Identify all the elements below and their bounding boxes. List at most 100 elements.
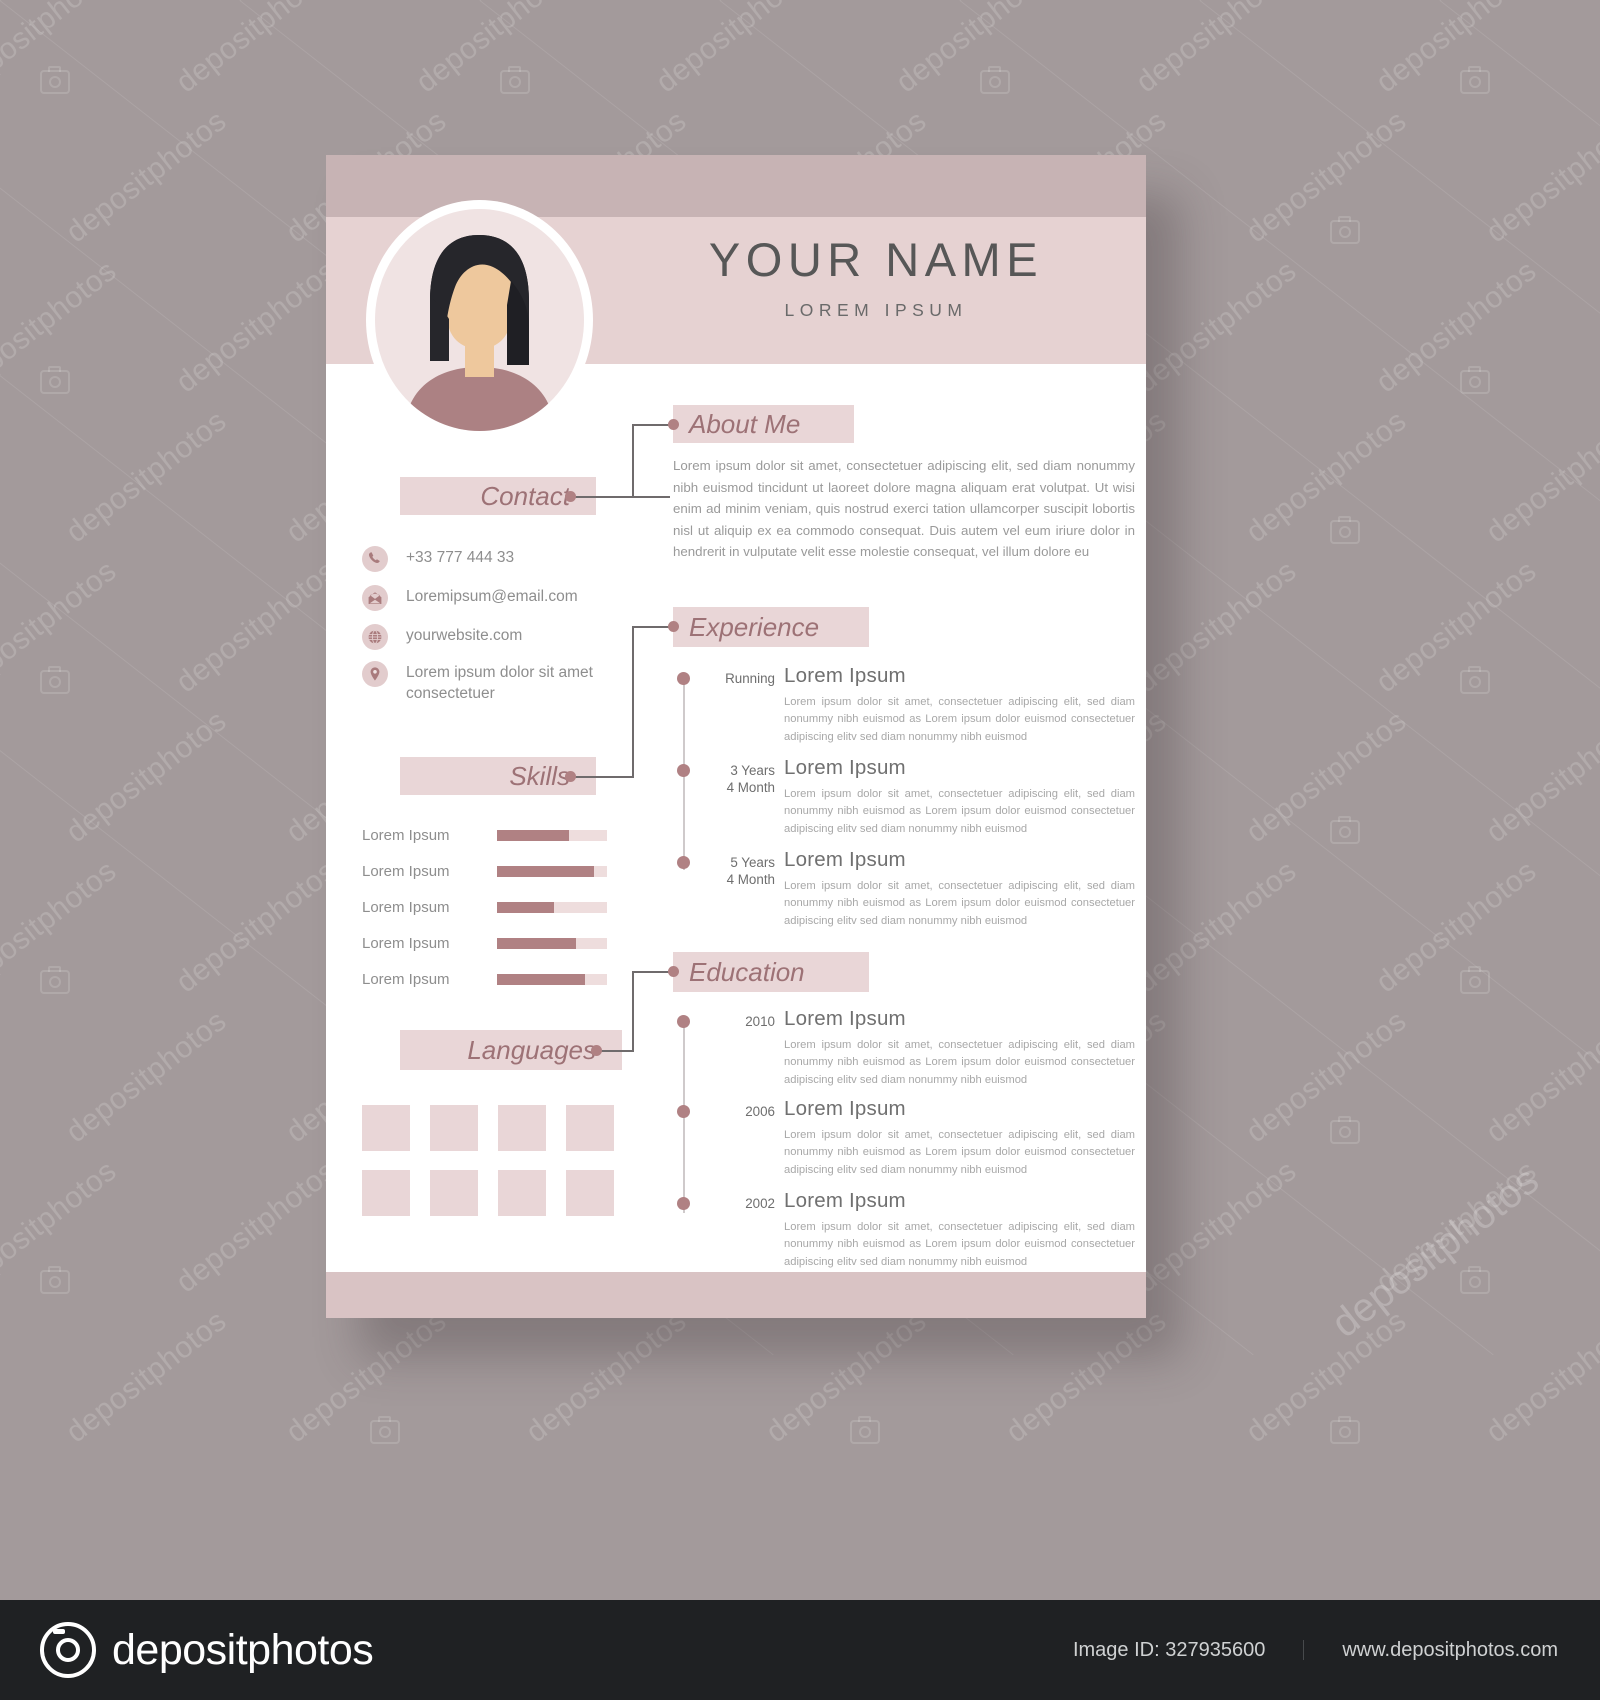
watermark-camera-icon bbox=[1460, 1266, 1490, 1294]
site-footer-bar: depositphotos Image ID: 327935600 www.de… bbox=[0, 1600, 1600, 1700]
section-heading-about: About Me bbox=[673, 405, 854, 443]
watermark-hairline bbox=[1440, 0, 1600, 1]
contact-row-address[interactable]: Lorem ipsum dolor sit amet consectetuer bbox=[362, 660, 662, 705]
timeline-title: Lorem Ipsum bbox=[784, 848, 906, 871]
globe-icon bbox=[362, 624, 388, 650]
skill-bar-fill bbox=[497, 938, 577, 949]
watermark-text: depositphotos bbox=[1130, 0, 1303, 100]
timeline-date: 2002 bbox=[745, 1196, 775, 1211]
connector-dot-skills bbox=[565, 771, 576, 782]
watermark-camera-icon bbox=[850, 1416, 880, 1444]
timeline-dot bbox=[677, 1105, 690, 1118]
watermark-text: depositphotos bbox=[60, 1004, 233, 1150]
watermark-text: depositphotos bbox=[760, 1304, 933, 1450]
connector-dot-about bbox=[668, 419, 679, 430]
timeline-date: Running bbox=[725, 671, 775, 686]
timeline-date: 2006 bbox=[745, 1104, 775, 1119]
timeline-description: Lorem ipsum dolor sit amet, consectetuer… bbox=[784, 1221, 1135, 1268]
skill-row: Lorem Ipsum bbox=[362, 863, 607, 880]
watermark-text: depositphotos bbox=[1480, 404, 1600, 550]
watermark-text: depositphotos bbox=[650, 0, 823, 100]
watermark-camera-icon bbox=[1460, 666, 1490, 694]
connector-skills-exp-h1 bbox=[570, 776, 632, 778]
watermark-text: depositphotos bbox=[1000, 1304, 1173, 1450]
connector-skills-exp-v bbox=[632, 626, 634, 778]
watermark-hairline bbox=[0, 0, 1015, 1]
contact-value-phone: +33 777 444 33 bbox=[406, 549, 515, 566]
watermark-text: depositphotos bbox=[0, 0, 123, 100]
language-flag bbox=[430, 1170, 478, 1216]
watermark-text: depositphotos bbox=[1480, 1004, 1600, 1150]
watermark-text: depositphotos bbox=[1370, 254, 1543, 400]
watermark-camera-icon bbox=[40, 1266, 70, 1294]
connector-dot-contact bbox=[565, 491, 576, 502]
watermark-camera-icon bbox=[40, 66, 70, 94]
timeline-description: Lorem ipsum dolor sit amet, consectetuer… bbox=[784, 880, 1135, 927]
watermark-hairline bbox=[1200, 0, 1600, 1]
skill-bar-fill bbox=[497, 866, 594, 877]
language-flag bbox=[566, 1105, 614, 1151]
watermark-hairline bbox=[240, 0, 1600, 1]
watermark-camera-icon bbox=[1330, 516, 1360, 544]
contact-row-email[interactable]: Loremipsum@email.com bbox=[362, 584, 652, 611]
watermark-camera-icon bbox=[1460, 966, 1490, 994]
watermark-text: depositphotos bbox=[170, 554, 343, 700]
watermark-text: depositphotos bbox=[280, 1304, 453, 1450]
watermark-text: depositphotos bbox=[1370, 854, 1543, 1000]
watermark-text: depositphotos bbox=[1480, 704, 1600, 850]
watermark-text: depositphotos bbox=[60, 1304, 233, 1450]
skill-name: Lorem Ipsum bbox=[362, 899, 450, 916]
watermark-camera-icon bbox=[1460, 366, 1490, 394]
watermark-text: depositphotos bbox=[0, 254, 123, 400]
contact-value-website: yourwebsite.com bbox=[406, 627, 523, 644]
watermark-camera-icon bbox=[40, 666, 70, 694]
resume-page: YOUR NAME LOREM IPSUM About Me Lorem ips… bbox=[326, 155, 1146, 1318]
email-icon bbox=[362, 585, 388, 611]
page-title: YOUR NAME bbox=[708, 233, 1044, 286]
skill-bar-track bbox=[497, 866, 607, 877]
watermark-text: depositphotos bbox=[520, 1304, 693, 1450]
watermark-hairline bbox=[0, 0, 1600, 1]
timeline-title: Lorem Ipsum bbox=[784, 1189, 906, 1212]
language-flag bbox=[430, 1105, 478, 1151]
watermark-text: depositphotos bbox=[1130, 254, 1303, 400]
watermark-hairline bbox=[0, 0, 1255, 1]
section-heading-education: Education bbox=[673, 952, 869, 992]
timeline-date-line2: 4 Month bbox=[726, 872, 775, 888]
language-flag bbox=[362, 1105, 410, 1151]
watermark-text: depositphotos bbox=[60, 704, 233, 850]
timeline-description: Lorem ipsum dolor sit amet, consectetuer… bbox=[784, 696, 1135, 743]
timeline-description: Lorem ipsum dolor sit amet, consectetuer… bbox=[784, 1039, 1135, 1086]
watermark-hairline bbox=[0, 0, 1495, 1]
contact-row-phone[interactable]: +33 777 444 33 bbox=[362, 545, 642, 572]
watermark-text: depositphotos bbox=[1240, 104, 1413, 250]
about-paragraph: Lorem ipsum dolor sit amet, consectetuer… bbox=[673, 458, 1135, 560]
name-block: YOUR NAME LOREM IPSUM bbox=[616, 235, 1136, 321]
watermark-camera-icon bbox=[40, 366, 70, 394]
watermark-hairline bbox=[0, 0, 775, 1]
watermark-text: depositphotos bbox=[890, 0, 1063, 100]
contact-value-address: Lorem ipsum dolor sit amet consectetuer bbox=[406, 664, 593, 702]
skill-name: Lorem Ipsum bbox=[362, 971, 450, 988]
timeline-title: Lorem Ipsum bbox=[784, 1097, 906, 1120]
watermark-camera-icon bbox=[40, 966, 70, 994]
watermark-text: depositphotos bbox=[1480, 1304, 1600, 1450]
avatar-inner bbox=[375, 209, 584, 431]
timeline-description: Lorem ipsum dolor sit amet, consectetuer… bbox=[784, 788, 1135, 835]
watermark-text: depositphotos bbox=[1240, 704, 1413, 850]
watermark-text: depositphotos bbox=[60, 104, 233, 250]
timeline-dot bbox=[677, 856, 690, 869]
watermark-text: depositphotos bbox=[1370, 554, 1543, 700]
contact-row-website[interactable]: yourwebsite.com bbox=[362, 623, 652, 650]
skill-row: Lorem Ipsum bbox=[362, 899, 607, 916]
watermark-camera-icon bbox=[1330, 816, 1360, 844]
language-flag bbox=[566, 1170, 614, 1216]
timeline-dot bbox=[677, 764, 690, 777]
skill-bar-track bbox=[497, 938, 607, 949]
skill-row: Lorem Ipsum bbox=[362, 935, 607, 952]
watermark-text: depositphotos bbox=[0, 554, 123, 700]
camera-icon bbox=[40, 1622, 96, 1678]
skill-bar-track bbox=[497, 830, 607, 841]
timeline-title: Lorem Ipsum bbox=[784, 1007, 906, 1030]
timeline-date-line2: 4 Month bbox=[726, 780, 775, 796]
